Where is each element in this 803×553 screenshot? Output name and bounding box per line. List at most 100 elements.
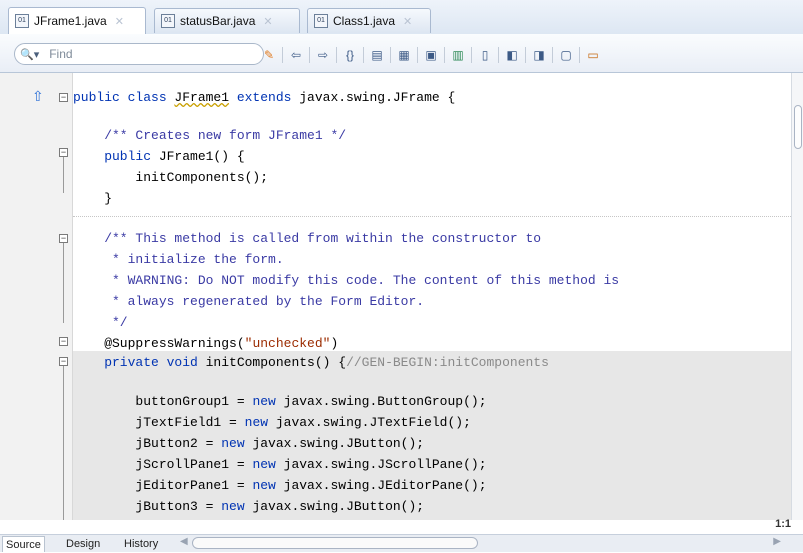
class-name: JFrame1 [174,90,230,105]
scroll-right-icon[interactable]: ▶ [773,536,781,547]
code-line: jEditorPane1 = new javax.swing.JEditorPa… [73,475,791,496]
code-line: initComponents(); [73,170,269,185]
view-tabs-bar: Source Design History ◀ ▶ [0,534,803,552]
tab-statusbar-java[interactable]: 01 statusBar.java ✕ [154,8,300,33]
source-history-icon[interactable]: ✎ [260,46,278,64]
toggle-highlight-icon[interactable]: ▢ [557,46,575,64]
close-icon[interactable]: ✕ [263,15,272,28]
code-line: } [73,191,113,206]
code-line: public JFrame1() { [73,146,791,167]
vertical-scrollbar[interactable] [791,73,803,520]
search-icon[interactable]: 🔍▾ [20,48,39,61]
code-text: jTextField1 = [73,415,245,430]
diff-icon[interactable]: ▭ [584,46,602,64]
code-text: jScrollPane1 = [73,457,253,472]
code-text: ) [330,336,339,351]
keyword: new [221,499,253,514]
code-text: jButton2 = [73,436,222,451]
code-line: * always regenerated by the Form Editor. [73,294,425,309]
horizontal-scrollbar[interactable]: ◀ ▶ [177,536,789,549]
code-text: javax.swing.JFrame { [299,90,456,105]
code-line: buttonGroup1 = new javax.swing.ButtonGro… [73,391,791,412]
tab-label: JFrame1.java [34,14,107,28]
tab-design[interactable]: Design [66,536,100,552]
separator [552,47,553,63]
java-file-icon: 01 [15,14,29,28]
fold-toggle[interactable]: − [59,357,68,366]
code-text: jButton3 = [73,499,222,514]
code-text: jEditorPane1 = [73,478,253,493]
scroll-left-icon[interactable]: ◀ [180,536,188,547]
guarded-comment: //GEN-BEGIN:initComponents [346,355,549,370]
separator [498,47,499,63]
code-text: JFrame1() { [158,149,245,164]
fold-line [63,243,64,323]
tab-jframe1-java[interactable]: 01 JFrame1.java ✕ [8,7,146,34]
tab-history[interactable]: History [124,536,158,552]
tab-label: Class1.java [333,14,396,28]
shift-left-icon[interactable]: ▤ [368,46,386,64]
separator [444,47,445,63]
code-text: javax.swing.JButton(); [252,499,425,514]
editor-tab-bar: 01 JFrame1.java ✕ 01 statusBar.java ✕ 01… [0,0,803,35]
fold-toggle[interactable]: − [59,148,68,157]
code-line: private void initComponents() {//GEN-BEG… [73,351,791,375]
string-literal: "unchecked" [244,336,331,351]
tab-class1-java[interactable]: 01 Class1.java ✕ [307,8,431,33]
up-arrow-icon[interactable]: ⇧ [32,88,44,105]
close-icon[interactable]: ✕ [115,15,124,28]
fold-line [63,366,64,520]
separator [363,47,364,63]
code-line: /** Creates new form JFrame1 */ [73,128,347,143]
toolbar-icons: ✎ ⇦ ⇨ {} ▤ ▦ ▣ ▥ ▯ ◧ ◨ ▢ ▭ [256,44,606,66]
forward-icon[interactable]: ⇨ [314,46,332,64]
fold-line [63,157,64,193]
method-separator [73,216,791,217]
close-icon[interactable]: ✕ [403,15,412,28]
find-box[interactable]: 🔍▾ [14,43,264,65]
java-file-icon: 01 [161,14,175,28]
find-input[interactable] [47,46,232,62]
separator [471,47,472,63]
shift-right-icon[interactable]: ▦ [395,46,413,64]
next-bookmark-icon[interactable]: ◨ [530,46,548,64]
code-line: jTextField1 = new javax.swing.JTextField… [73,412,791,433]
scroll-thumb[interactable] [192,537,478,549]
separator [336,47,337,63]
code-text: javax.swing.JScrollPane(); [283,457,487,472]
keyword: public [73,149,159,164]
keyword: new [244,415,276,430]
fold-toggle[interactable]: − [59,337,68,346]
separator [417,47,418,63]
back-icon[interactable]: ⇦ [287,46,305,64]
keyword: new [252,478,284,493]
separator [282,47,283,63]
keyword: new [252,457,284,472]
tab-source[interactable]: Source [2,536,45,552]
code-text: javax.swing.JTextField(); [275,415,471,430]
keyword: new [252,394,284,409]
java-file-icon: 01 [314,14,328,28]
toggle-comment-icon[interactable]: ▥ [449,46,467,64]
braces-icon[interactable]: {} [341,46,359,64]
code-text: javax.swing.ButtonGroup(); [283,394,487,409]
tab-label: statusBar.java [180,14,256,28]
caret-position: 1:1 [775,518,791,530]
separator [309,47,310,63]
prev-bookmark-icon[interactable]: ◧ [503,46,521,64]
code-editor[interactable]: public class JFrame1 extends javax.swing… [73,73,791,520]
code-line: * initialize the form. [73,252,284,267]
editor-toolbar: 🔍▾ ✎ ⇦ ⇨ {} ▤ ▦ ▣ ▥ ▯ ◧ ◨ ▢ ▭ [0,34,803,73]
code-line: jButton2 = new javax.swing.JButton(); [73,433,791,454]
scroll-thumb[interactable] [794,105,802,149]
separator [390,47,391,63]
code-line: jScrollPane1 = new javax.swing.JScrollPa… [73,454,791,475]
code-line: */ [73,315,128,330]
fold-toggle[interactable]: − [59,234,68,243]
bookmark-icon[interactable]: ▯ [476,46,494,64]
code-text: javax.swing.JEditorPane(); [283,478,487,493]
fold-toggle[interactable]: − [59,93,68,102]
record-macro-icon[interactable]: ▣ [422,46,440,64]
code-text: javax.swing.JButton(); [252,436,425,451]
code-line: jButton3 = new javax.swing.JButton(); [73,496,791,517]
